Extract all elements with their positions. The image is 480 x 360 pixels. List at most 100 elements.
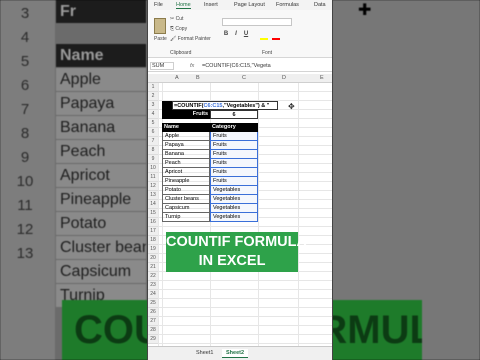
table-cell-category[interactable]: Vegetables	[210, 195, 258, 204]
tab-insert[interactable]: Insert	[204, 2, 218, 8]
column-header-d[interactable]: D	[282, 75, 286, 81]
row-header[interactable]: 27	[148, 317, 158, 326]
row-header[interactable]: 5	[148, 119, 158, 128]
bg-name-cell: Papaya	[56, 92, 146, 116]
formula-edit-cell[interactable]: =COUNTIF(C6:C15,"Vegetables") & "	[172, 101, 278, 110]
tab-home[interactable]: Home	[176, 2, 191, 9]
table-cell-name[interactable]: Cluster beans	[162, 195, 210, 204]
row-header[interactable]: 1	[148, 83, 158, 92]
font-group-label: Font	[262, 50, 273, 56]
grid-row	[158, 83, 332, 92]
table-cell-category[interactable]: Fruits	[210, 177, 258, 186]
paste-icon[interactable]	[154, 18, 166, 34]
row-header[interactable]: 28	[148, 326, 158, 335]
row-header[interactable]: 19	[148, 245, 158, 254]
copy-button[interactable]: ⎘ Copy	[170, 26, 187, 32]
table-cell-name[interactable]: Apple	[162, 132, 210, 141]
row-header[interactable]: 4	[148, 110, 158, 119]
table-cell-category[interactable]: Fruits	[210, 141, 258, 150]
cut-label: Cut	[175, 16, 184, 22]
row-header[interactable]: 12	[148, 182, 158, 191]
row-header[interactable]: 14	[148, 200, 158, 209]
row-header[interactable]: 10	[148, 164, 158, 173]
worksheet-grid[interactable]: Ve =COUNTIF(C6:C15,"Vegetables") & " Fru…	[148, 83, 332, 346]
font-name-select[interactable]	[222, 18, 292, 26]
title-banner: COUNTIF FORMULA IN EXCEL	[166, 232, 307, 272]
table-cell-name[interactable]: Peach	[162, 159, 210, 168]
paste-label[interactable]: Paste	[154, 36, 167, 42]
table-cell-category[interactable]: Fruits	[210, 132, 258, 141]
formula-bar: SUM fx =COUNTIF(C6:C15,"Vegeta	[148, 60, 332, 72]
table-cell-name[interactable]: Pineapple	[162, 177, 210, 186]
row-header[interactable]: 29	[148, 335, 158, 344]
column-header-b[interactable]: B	[196, 75, 200, 81]
table-cell-name[interactable]: Turnip	[162, 213, 210, 222]
row-header[interactable]: 24	[148, 290, 158, 299]
table-cell-name[interactable]: Potato	[162, 186, 210, 195]
table-cell-category[interactable]: Fruits	[210, 150, 258, 159]
row-header[interactable]: 17	[148, 227, 158, 236]
row-header[interactable]: 23	[148, 281, 158, 290]
table-cell-category[interactable]: Fruits	[210, 159, 258, 168]
bold-button[interactable]: B	[222, 30, 230, 38]
fx-icon[interactable]: fx	[190, 62, 194, 70]
row-header[interactable]: 26	[148, 308, 158, 317]
table-cell-name[interactable]: Apricot	[162, 168, 210, 177]
grid-row	[158, 317, 332, 326]
row-header[interactable]: 15	[148, 209, 158, 218]
row-header[interactable]: 21	[148, 263, 158, 272]
lookup-value-fruits[interactable]: 6	[210, 110, 258, 119]
bg-name-cell: Potato	[56, 212, 146, 236]
row-header[interactable]: 18	[148, 236, 158, 245]
column-header-c[interactable]: C	[242, 75, 246, 81]
table-header-category[interactable]: Category	[210, 123, 258, 132]
copy-label: Copy	[175, 26, 188, 32]
bg-row-number: 3	[20, 5, 30, 22]
bg-row-number: 4	[20, 29, 30, 46]
grid-row	[158, 281, 332, 290]
row-header[interactable]: 16	[148, 218, 158, 227]
bg-name-cell: Apple	[56, 68, 146, 92]
row-header[interactable]: 9	[148, 155, 158, 164]
sheet-tab-sheet1[interactable]: Sheet1	[192, 349, 217, 358]
row-header[interactable]: 6	[148, 128, 158, 137]
row-header[interactable]: 7	[148, 137, 158, 146]
grid-row	[158, 326, 332, 335]
excel-window: File Home Insert Page Layout Formulas Da…	[147, 0, 333, 360]
fill-color-icon[interactable]	[260, 38, 268, 40]
cut-button[interactable]: ✂ Cut	[170, 16, 183, 22]
column-header-e[interactable]: E	[320, 75, 324, 81]
row-header[interactable]: 2	[148, 92, 158, 101]
tab-formulas[interactable]: Formulas	[276, 2, 299, 8]
lookup-label-fruits[interactable]: Fruits	[162, 110, 210, 119]
bg-name-header: Name	[56, 44, 146, 68]
row-header[interactable]: 11	[148, 173, 158, 182]
bg-name-cell: Cluster beans	[56, 236, 146, 260]
table-cell-category[interactable]: Vegetables	[210, 213, 258, 222]
table-cell-category[interactable]: Vegetables	[210, 204, 258, 213]
row-header[interactable]: 20	[148, 254, 158, 263]
tab-data[interactable]: Data	[314, 2, 326, 8]
tab-page-layout[interactable]: Page Layout	[234, 2, 265, 8]
bg-header-fragment: Fr	[56, 0, 146, 24]
font-color-icon[interactable]	[272, 38, 280, 40]
table-cell-name[interactable]: Capsicum	[162, 204, 210, 213]
format-painter-button[interactable]: 🖌 Format Painter	[170, 36, 211, 42]
row-header[interactable]: 22	[148, 272, 158, 281]
formula-input[interactable]: =COUNTIF(C6:C15,"Vegeta	[202, 62, 271, 70]
table-cell-name[interactable]: Banana	[162, 150, 210, 159]
row-header[interactable]: 8	[148, 146, 158, 155]
row-header[interactable]: 13	[148, 191, 158, 200]
table-cell-category[interactable]: Vegetables	[210, 186, 258, 195]
table-header-name[interactable]: Name	[162, 123, 210, 132]
table-cell-category[interactable]: Fruits	[210, 168, 258, 177]
column-header-a[interactable]: A	[175, 75, 179, 81]
sheet-tab-sheet2[interactable]: Sheet2	[222, 349, 249, 358]
italic-button[interactable]: I	[232, 30, 240, 38]
table-cell-name[interactable]: Papaya	[162, 141, 210, 150]
row-header[interactable]: 25	[148, 299, 158, 308]
tab-file[interactable]: File	[154, 2, 163, 8]
row-header[interactable]: 3	[148, 101, 158, 110]
underline-button[interactable]: U	[242, 30, 250, 38]
name-box[interactable]: SUM	[150, 62, 174, 70]
